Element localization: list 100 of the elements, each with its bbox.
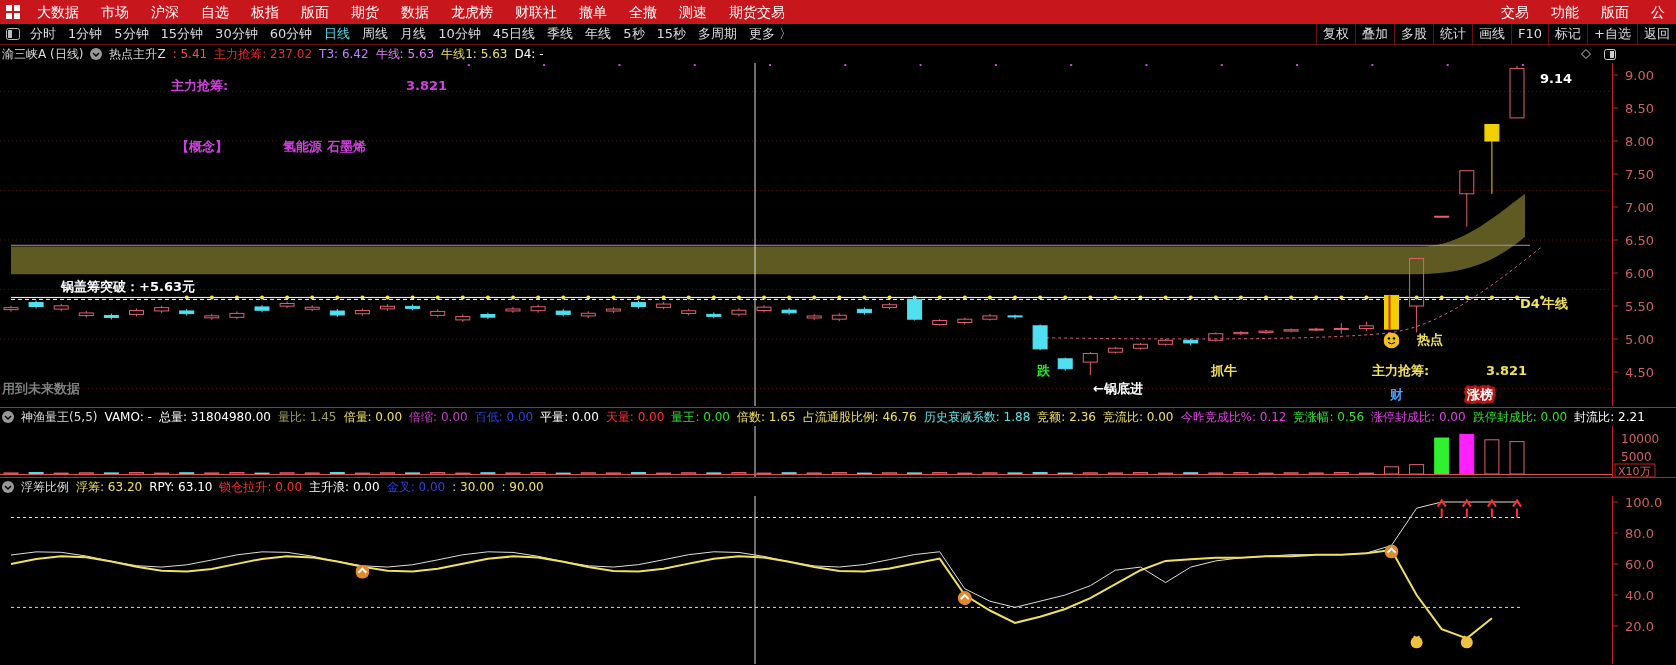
period-tab[interactable]: 1分钟 xyxy=(62,24,109,44)
menu-item[interactable]: 大数据 xyxy=(26,1,90,23)
menu-item[interactable]: 公 xyxy=(1640,1,1676,23)
axis-label: 10000 xyxy=(1621,432,1660,446)
chart-label: 氢能源 石墨烯 xyxy=(283,139,366,154)
menu-item[interactable]: 撤单 xyxy=(568,1,618,23)
menu-item[interactable]: 沪深 xyxy=(140,1,190,23)
axis-label: 80.0 xyxy=(1625,526,1654,541)
indicator-value: 倍缩: 0.00 xyxy=(409,409,468,426)
chart-label: 抓牛 xyxy=(1211,363,1237,378)
menu-item[interactable]: 板指 xyxy=(240,1,290,23)
axis-label: 40.0 xyxy=(1625,588,1654,603)
period-tab[interactable]: 分时 xyxy=(24,24,62,44)
indicator-value: 量比: 1.45 xyxy=(277,409,337,426)
indicator-name: 神渔量王(5,5) xyxy=(21,409,98,426)
menu-item[interactable]: 数据 xyxy=(390,1,440,23)
period-tab[interactable]: 5秒 xyxy=(617,24,651,44)
period-tab[interactable]: 日线 xyxy=(318,24,357,44)
indicator-value: : 90.00 xyxy=(501,479,544,496)
chart-label: 财 xyxy=(1390,387,1403,402)
indicator-value: 天量: 0.00 xyxy=(605,409,665,426)
grid-menu-icon[interactable] xyxy=(6,5,20,19)
menu-item[interactable]: 期货交易 xyxy=(718,1,796,23)
chart-label: 用到未来数据 xyxy=(2,381,80,396)
chart-label: 涨榜 xyxy=(1467,387,1493,402)
up-arrow-icon xyxy=(1461,498,1472,519)
chart-label: 【概念】 xyxy=(176,139,228,154)
menu-item[interactable]: 龙虎榜 xyxy=(440,1,504,23)
indicator-name: 浮筹比例 xyxy=(21,479,69,496)
menu-item[interactable]: 版面 xyxy=(1590,1,1640,23)
indicator-value: 历史衰减系数: 1.88 xyxy=(923,409,1031,426)
chart-label: 主力抢筹: xyxy=(171,78,229,93)
money-bag-icon xyxy=(1460,636,1473,649)
chart-label: 3.821 xyxy=(1486,363,1528,378)
indicator-value: 平量: 0.00 xyxy=(540,409,599,426)
period-tab[interactable]: 年线 xyxy=(579,24,618,44)
period-tab[interactable]: 多周期 xyxy=(692,24,744,44)
indicator-value: 浮筹: 63.20 xyxy=(76,479,143,496)
indicator-value: 今昨竞成比%: 0.12 xyxy=(1180,409,1287,426)
panel-icon[interactable] xyxy=(1604,48,1616,60)
menu-item[interactable]: 财联社 xyxy=(504,1,568,23)
period-tab[interactable]: 45日线 xyxy=(486,24,542,44)
menu-item[interactable]: 交易 xyxy=(1490,1,1540,23)
menu-item[interactable]: 自选 xyxy=(190,1,240,23)
up-arrow-icon xyxy=(1436,498,1447,519)
chart-label: 主力抢筹: xyxy=(1372,363,1430,378)
indicator-value: 跌停封成比: 0.00 xyxy=(1472,409,1568,426)
period-tab[interactable]: 10分钟 xyxy=(432,24,487,44)
period-tab[interactable]: 30分钟 xyxy=(209,24,264,44)
period-tab[interactable]: 15秒 xyxy=(650,24,693,44)
panel-toggle-icon[interactable] xyxy=(6,28,20,40)
indicator-value: T3: 6.42 xyxy=(319,46,369,63)
diamond-icon[interactable] xyxy=(1581,49,1591,59)
chart-label: D4 xyxy=(1520,296,1540,311)
axis-label: 6.00 xyxy=(1625,266,1654,281)
chart-label: ←锅底进 xyxy=(1093,381,1143,396)
period-tab[interactable]: 5分钟 xyxy=(108,24,155,44)
collapse-icon[interactable] xyxy=(90,48,103,60)
period-tab[interactable]: 60分钟 xyxy=(263,24,319,44)
menu-item[interactable]: 市场 xyxy=(90,1,140,23)
indicator-value: 占流通股比例: 46.76 xyxy=(802,409,917,426)
menu-item[interactable]: 全撤 xyxy=(618,1,668,23)
indicator-value: 金叉: 0.00 xyxy=(386,479,446,496)
axis-label: 9.00 xyxy=(1625,68,1654,83)
marker-icon xyxy=(957,591,972,606)
marker-icon xyxy=(355,564,370,579)
menu-item[interactable]: 测速 xyxy=(668,1,718,23)
chart-label: 3.821 xyxy=(406,78,448,93)
period-tab[interactable]: 月线 xyxy=(394,24,433,44)
axis-label: 20.0 xyxy=(1625,619,1654,634)
menu-item[interactable]: 版面 xyxy=(290,1,340,23)
period-tab[interactable]: 周线 xyxy=(356,24,395,44)
axis-label: 60.0 xyxy=(1625,557,1654,572)
chart-label: 热点 xyxy=(1417,332,1443,347)
period-tab[interactable]: 季线 xyxy=(541,24,580,44)
axis-label: 5.50 xyxy=(1625,299,1654,314)
collapse-icon[interactable] xyxy=(2,411,14,423)
chart-label: 牛线 xyxy=(1542,296,1568,311)
indicator-value: VAMO: - xyxy=(104,409,152,426)
indicator-value: 量王: 0.00 xyxy=(671,409,730,426)
menu-item[interactable]: 期货 xyxy=(340,1,390,23)
indicator-value: 倍量: 0.00 xyxy=(343,409,403,426)
indicator-value: 牛线1: 5.63 xyxy=(441,46,508,63)
indicator-value: 百低: 0.00 xyxy=(474,409,534,426)
indicator-value: D4: - xyxy=(514,46,544,63)
indicator-value: 总量: 31804980.00 xyxy=(158,409,271,426)
menu-item[interactable]: 功能 xyxy=(1540,1,1590,23)
indicator-value: 主力抢筹: 237.02 xyxy=(214,46,313,63)
axis-label: 100.0 xyxy=(1625,496,1663,510)
money-bag-icon xyxy=(1410,636,1423,649)
collapse-icon[interactable] xyxy=(2,481,14,493)
indicator-value: 竞涨幅: 0.56 xyxy=(1293,409,1365,426)
indicator-value: 牛线: 5.63 xyxy=(375,46,435,63)
crosshair-line xyxy=(754,426,756,477)
period-tab[interactable]: 更多 〉 xyxy=(743,24,799,44)
chart-label: 跌 xyxy=(1037,363,1050,378)
indicator-name: 热点主升Z xyxy=(109,46,166,63)
marker-icon xyxy=(1384,544,1399,559)
period-tab[interactable]: 15分钟 xyxy=(154,24,210,44)
axis-label: 8.00 xyxy=(1625,134,1654,149)
